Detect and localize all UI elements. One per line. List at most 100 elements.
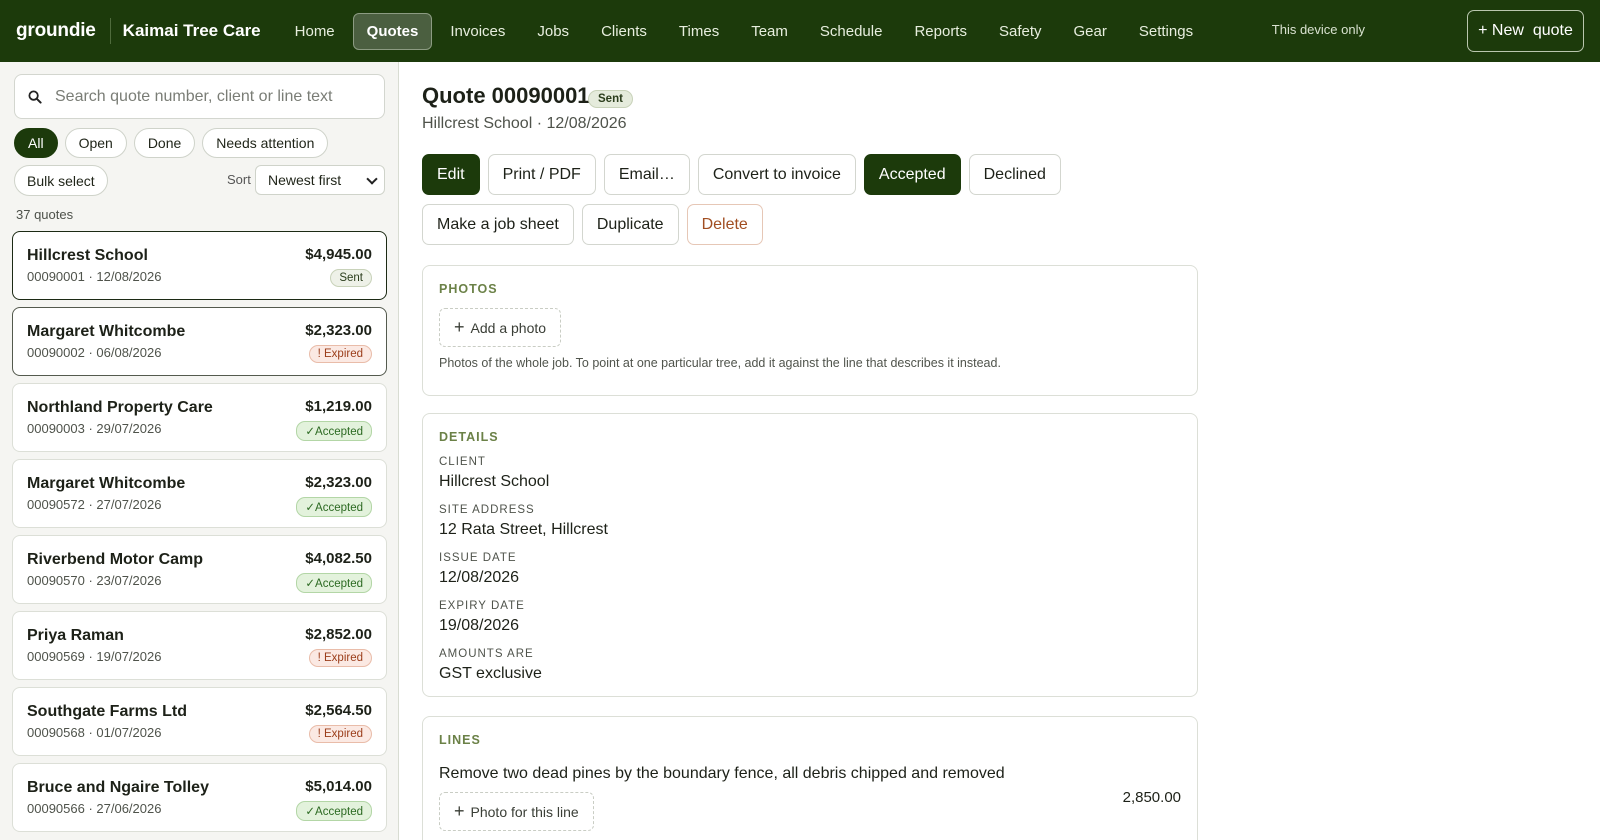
- filter-chips: All Open Done Needs attention: [14, 128, 335, 158]
- organization-name: Kaimai Tree Care: [122, 21, 261, 40]
- main-nav: Home Quotes Invoices Jobs Clients Times …: [281, 12, 1211, 50]
- quote-amount: $5,014.00: [305, 778, 372, 795]
- quote-card[interactable]: Hillcrest School 00090001 · 12/08/2026 $…: [12, 231, 387, 300]
- sort-select[interactable]: Newest first: [255, 165, 385, 195]
- quote-amount: $2,564.50: [305, 702, 372, 719]
- quote-client: Southgate Farms Ltd: [27, 703, 188, 720]
- filter-open[interactable]: Open: [64, 128, 127, 158]
- quote-subtitle: Hillcrest School · 12/08/2026: [422, 115, 627, 132]
- filter-needs-attention[interactable]: Needs attention: [202, 128, 329, 158]
- quote-client: Hillcrest School: [27, 247, 148, 264]
- nav-safety[interactable]: Safety: [985, 13, 1056, 50]
- status-badge: ✓Accepted: [296, 573, 372, 593]
- details-panel: DETAILS CLIENT Hillcrest School SITE ADD…: [422, 413, 1198, 697]
- nav-jobs[interactable]: Jobs: [523, 13, 583, 50]
- quote-client: Priya Raman: [27, 627, 124, 644]
- nav-team[interactable]: Team: [737, 13, 802, 50]
- quote-amount: $2,852.00: [305, 626, 372, 643]
- nav-clients[interactable]: Clients: [587, 13, 661, 50]
- quote-client: Bruce and Ngaire Tolley: [27, 779, 209, 796]
- photos-heading: PHOTOS: [439, 282, 498, 296]
- quote-card[interactable]: Riverbend Motor Camp 00090570 · 23/07/20…: [12, 535, 387, 604]
- quote-meta: 00090566 · 27/06/2026: [27, 801, 162, 816]
- status-badge: ! Expired: [308, 345, 372, 363]
- nav-invoices[interactable]: Invoices: [436, 13, 519, 50]
- search-icon: [15, 90, 55, 104]
- edit-button[interactable]: Edit: [422, 154, 480, 195]
- new-quote-button[interactable]: + New quote: [1467, 10, 1584, 52]
- quote-client: Margaret Whitcombe: [27, 323, 186, 340]
- quote-card[interactable]: Bruce and Ngaire Tolley 00090566 · 27/06…: [12, 763, 387, 832]
- photos-note: Photos of the whole job. To point at one…: [439, 356, 1001, 370]
- quote-list: Hillcrest School 00090001 · 12/08/2026 $…: [12, 231, 387, 839]
- quote-meta: 00090002 · 06/08/2026: [27, 345, 162, 360]
- nav-reports[interactable]: Reports: [900, 13, 981, 50]
- site-address-value: 12 Rata Street, Hillcrest: [439, 521, 608, 538]
- top-bar: groundie Kaimai Tree Care Home Quotes In…: [0, 0, 1600, 62]
- device-note: This device only: [1271, 22, 1365, 37]
- issue-date-value: 12/08/2026: [439, 569, 520, 586]
- add-photo-label: Add a photo: [470, 319, 547, 336]
- plus-icon: +: [454, 801, 465, 821]
- status-badge: ! Expired: [308, 649, 372, 667]
- app-logo[interactable]: groundie: [16, 20, 96, 42]
- nav-settings[interactable]: Settings: [1125, 13, 1207, 50]
- chevron-down-icon: [366, 173, 378, 185]
- status-badge: Sent: [330, 269, 372, 287]
- line-photo-label: Photo for this line: [470, 803, 579, 820]
- nav-home[interactable]: Home: [281, 13, 349, 50]
- quote-meta: 00090569 · 19/07/2026: [27, 649, 162, 664]
- photos-panel: PHOTOS + Add a photo Photos of the whole…: [422, 265, 1198, 396]
- quote-card[interactable]: Northland Property Care 00090003 · 29/07…: [12, 383, 387, 452]
- quote-amount: $4,945.00: [305, 246, 372, 263]
- filter-all[interactable]: All: [14, 128, 58, 158]
- duplicate-button[interactable]: Duplicate: [581, 204, 679, 245]
- nav-gear[interactable]: Gear: [1060, 13, 1121, 50]
- make-job-sheet-button[interactable]: Make a job sheet: [422, 204, 574, 245]
- expiry-date-label: EXPIRY DATE: [439, 600, 525, 612]
- amounts-are-label: AMOUNTS ARE: [439, 648, 534, 660]
- search-input[interactable]: [55, 87, 365, 106]
- quote-meta: 00090568 · 01/07/2026: [27, 725, 162, 740]
- lines-heading: LINES: [439, 733, 481, 747]
- client-value: Hillcrest School: [439, 473, 550, 490]
- brand-divider: [109, 18, 111, 44]
- delete-button[interactable]: Delete: [686, 204, 763, 245]
- quote-card[interactable]: Priya Raman 00090569 · 19/07/2026 $2,852…: [12, 611, 387, 680]
- quote-meta: 00090572 · 27/07/2026: [27, 497, 162, 512]
- status-badge: ✓Accepted: [296, 801, 372, 821]
- issue-date-label: ISSUE DATE: [439, 552, 517, 564]
- convert-to-invoice-button[interactable]: Convert to invoice: [697, 154, 856, 195]
- filter-done[interactable]: Done: [133, 128, 196, 158]
- add-photo-button[interactable]: + Add a photo: [439, 308, 562, 347]
- line-photo-button[interactable]: + Photo for this line: [439, 792, 594, 831]
- sort-value: Newest first: [268, 172, 342, 188]
- status-badge: ! Expired: [308, 725, 372, 743]
- quote-list-sidebar: All Open Done Needs attention Bulk selec…: [0, 62, 399, 840]
- sort-label: Sort: [227, 172, 251, 187]
- action-bar: Edit Print / PDF Email… Convert to invoi…: [422, 154, 1202, 254]
- declined-button[interactable]: Declined: [968, 154, 1061, 195]
- line-description: Remove two dead pines by the boundary fe…: [439, 765, 1005, 782]
- nav-times[interactable]: Times: [665, 13, 733, 50]
- page-title: Quote 00090001: [422, 83, 590, 108]
- quote-amount: $2,323.00: [305, 474, 372, 491]
- accepted-button[interactable]: Accepted: [863, 154, 961, 195]
- quote-meta: 00090003 · 29/07/2026: [27, 421, 162, 436]
- quote-count: 37 quotes: [16, 207, 74, 222]
- quote-client: Riverbend Motor Camp: [27, 551, 204, 568]
- status-badge: Sent: [588, 90, 633, 108]
- quote-meta: 00090001 · 12/08/2026: [27, 269, 162, 284]
- quote-detail: Quote 00090001 Sent Hillcrest School · 1…: [400, 62, 1600, 840]
- email-button[interactable]: Email…: [603, 154, 690, 195]
- bulk-select-button[interactable]: Bulk select: [14, 165, 108, 196]
- search-box[interactable]: [14, 74, 385, 119]
- lines-panel: LINES Remove two dead pines by the bound…: [422, 716, 1198, 840]
- nav-schedule[interactable]: Schedule: [806, 13, 897, 50]
- expiry-date-value: 19/08/2026: [439, 617, 520, 634]
- print-pdf-button[interactable]: Print / PDF: [487, 154, 596, 195]
- nav-quotes[interactable]: Quotes: [352, 12, 433, 50]
- quote-card[interactable]: Margaret Whitcombe 00090572 · 27/07/2026…: [12, 459, 387, 528]
- quote-card[interactable]: Margaret Whitcombe 00090002 · 06/08/2026…: [12, 307, 387, 376]
- quote-card[interactable]: Southgate Farms Ltd 00090568 · 01/07/202…: [12, 687, 387, 756]
